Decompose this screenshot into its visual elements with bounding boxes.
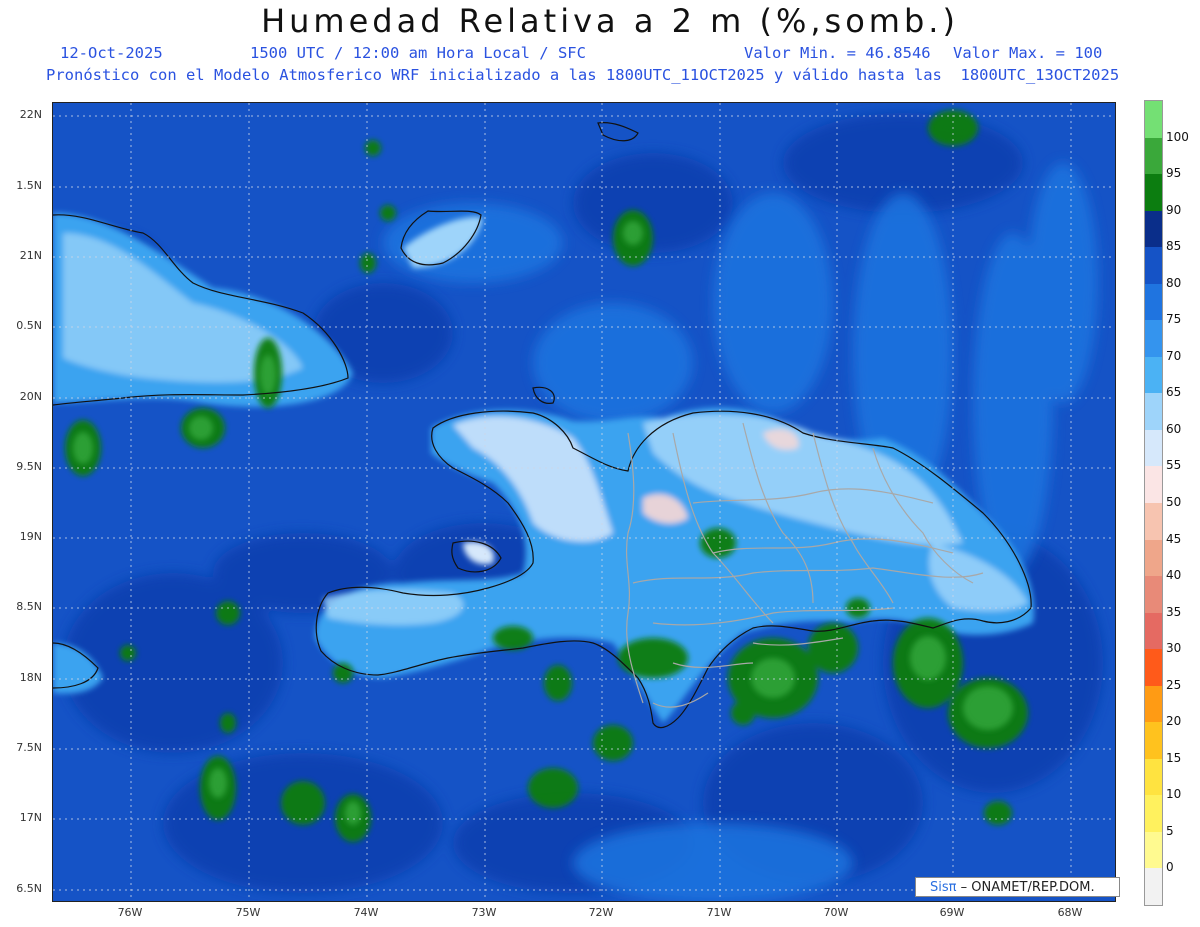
humidity-field: [53, 103, 1115, 901]
colorbar-label: 100: [1166, 129, 1189, 144]
colorbar-label: 50: [1166, 495, 1182, 509]
colorbar-label: 90: [1166, 202, 1182, 217]
lon-label: 76W: [117, 906, 143, 919]
colorbar-segment: [1145, 393, 1162, 431]
lat-label: 6.5N: [16, 882, 42, 895]
colorbar-label: 60: [1166, 421, 1182, 436]
colorbar-segment: [1145, 320, 1162, 358]
lon-label: 74W: [353, 906, 379, 919]
colorbar-label: 15: [1166, 750, 1182, 765]
date-label: 12-Oct-2025: [60, 44, 163, 62]
colorbar: [1144, 100, 1163, 906]
lon-label: 68W: [1057, 906, 1083, 919]
forecast-info-label: Pronóstico con el Modelo Atmosferico WRF…: [46, 66, 1120, 84]
colorbar-segment: [1145, 503, 1162, 541]
lon-label: 72W: [588, 906, 614, 919]
colorbar-segment: [1145, 539, 1162, 577]
colorbar-segment: [1145, 283, 1162, 321]
colorbar-segment: [1145, 576, 1162, 614]
credit-badge: Sisπ – ONAMET/REP.DOM.: [915, 877, 1120, 897]
lon-label: 71W: [706, 906, 732, 919]
colorbar-label: 25: [1166, 677, 1182, 692]
value-min-label: Valor Min. = 46.8546: [744, 44, 931, 62]
map-title: Humedad Relativa a 2 m (%,somb.): [261, 2, 959, 40]
colorbar-label: 35: [1166, 604, 1182, 619]
brand-label: Sisπ: [930, 880, 957, 895]
colorbar-label: 80: [1166, 275, 1182, 290]
colorbar-label: 30: [1166, 641, 1182, 656]
lon-label: 69W: [939, 906, 965, 919]
colorbar-label: 65: [1166, 385, 1182, 400]
credit-text: – ONAMET/REP.DOM.: [960, 880, 1095, 895]
time-info-label: 1500 UTC / 12:00 am Hora Local / SFC: [250, 44, 586, 62]
colorbar-label: 95: [1166, 166, 1182, 181]
colorbar-segment: [1145, 466, 1162, 504]
lon-label: 75W: [235, 906, 261, 919]
value-max-label: Valor Max. = 100: [953, 44, 1103, 62]
colorbar-label: 70: [1166, 348, 1182, 363]
colorbar-segment: [1145, 137, 1162, 175]
colorbar-segment: [1145, 174, 1162, 212]
colorbar-label: 85: [1166, 239, 1182, 254]
map-panel[interactable]: [52, 102, 1116, 902]
colorbar-segment: [1145, 831, 1162, 869]
colorbar-segment: [1145, 356, 1162, 394]
colorbar-segment: [1145, 649, 1162, 687]
lon-label: 73W: [471, 906, 497, 919]
colorbar-segment: [1145, 868, 1162, 906]
lat-label: 8.5N: [16, 600, 42, 613]
lon-label: 70W: [823, 906, 849, 919]
lat-label: 9.5N: [16, 460, 42, 473]
colorbar-label: 40: [1166, 568, 1182, 583]
colorbar-label: 55: [1166, 458, 1182, 473]
colorbar-label: 0: [1166, 860, 1174, 875]
lat-label: 22N: [19, 108, 42, 121]
colorbar-label: 75: [1166, 312, 1182, 327]
colorbar-segment: [1145, 101, 1162, 139]
lat-label: 21N: [19, 249, 42, 262]
colorbar-label: 20: [1166, 714, 1182, 729]
lat-label: 0.5N: [16, 319, 42, 332]
lat-label: 20N: [19, 390, 42, 403]
colorbar-segment: [1145, 685, 1162, 723]
colorbar-segment: [1145, 247, 1162, 285]
colorbar-label: 10: [1166, 787, 1182, 802]
lat-label: 18N: [19, 671, 42, 684]
colorbar-label: 5: [1166, 823, 1174, 838]
colorbar-segment: [1145, 429, 1162, 467]
lat-label: 19N: [19, 530, 42, 543]
colorbar-segment: [1145, 795, 1162, 833]
lat-label: 1.5N: [16, 179, 42, 192]
lat-label: 17N: [19, 811, 42, 824]
colorbar-label: 45: [1166, 531, 1182, 546]
colorbar-segment: [1145, 758, 1162, 796]
colorbar-segment: [1145, 612, 1162, 650]
lat-label: 7.5N: [16, 741, 42, 754]
colorbar-segment: [1145, 722, 1162, 760]
colorbar-segment: [1145, 210, 1162, 248]
